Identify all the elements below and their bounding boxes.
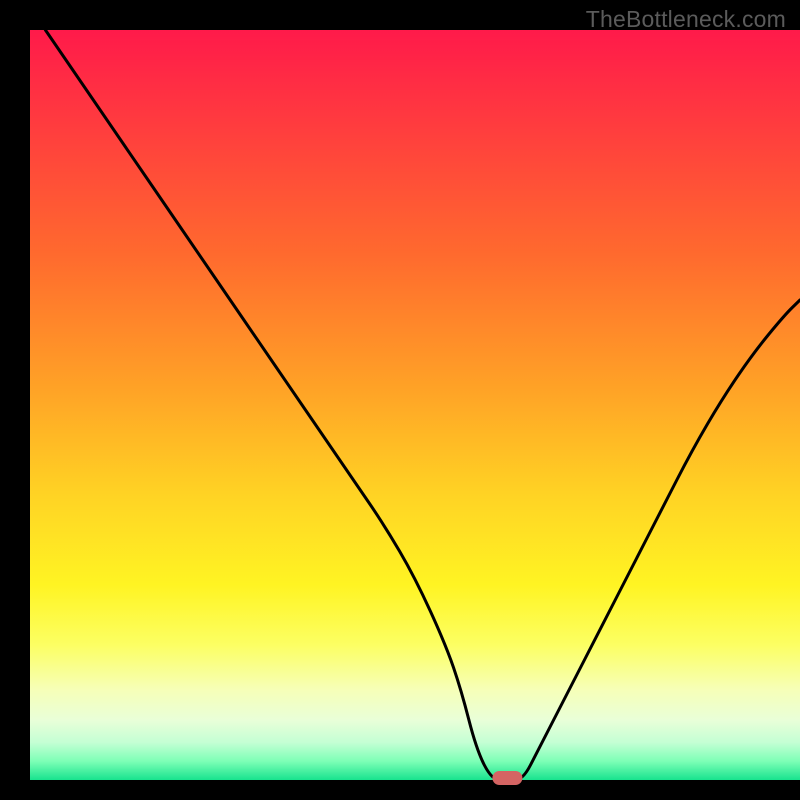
chart-svg [0,0,800,800]
bottleneck-chart: TheBottleneck.com [0,0,800,800]
optimal-marker [492,771,522,785]
plot-area [30,30,800,780]
watermark-label: TheBottleneck.com [586,6,786,33]
